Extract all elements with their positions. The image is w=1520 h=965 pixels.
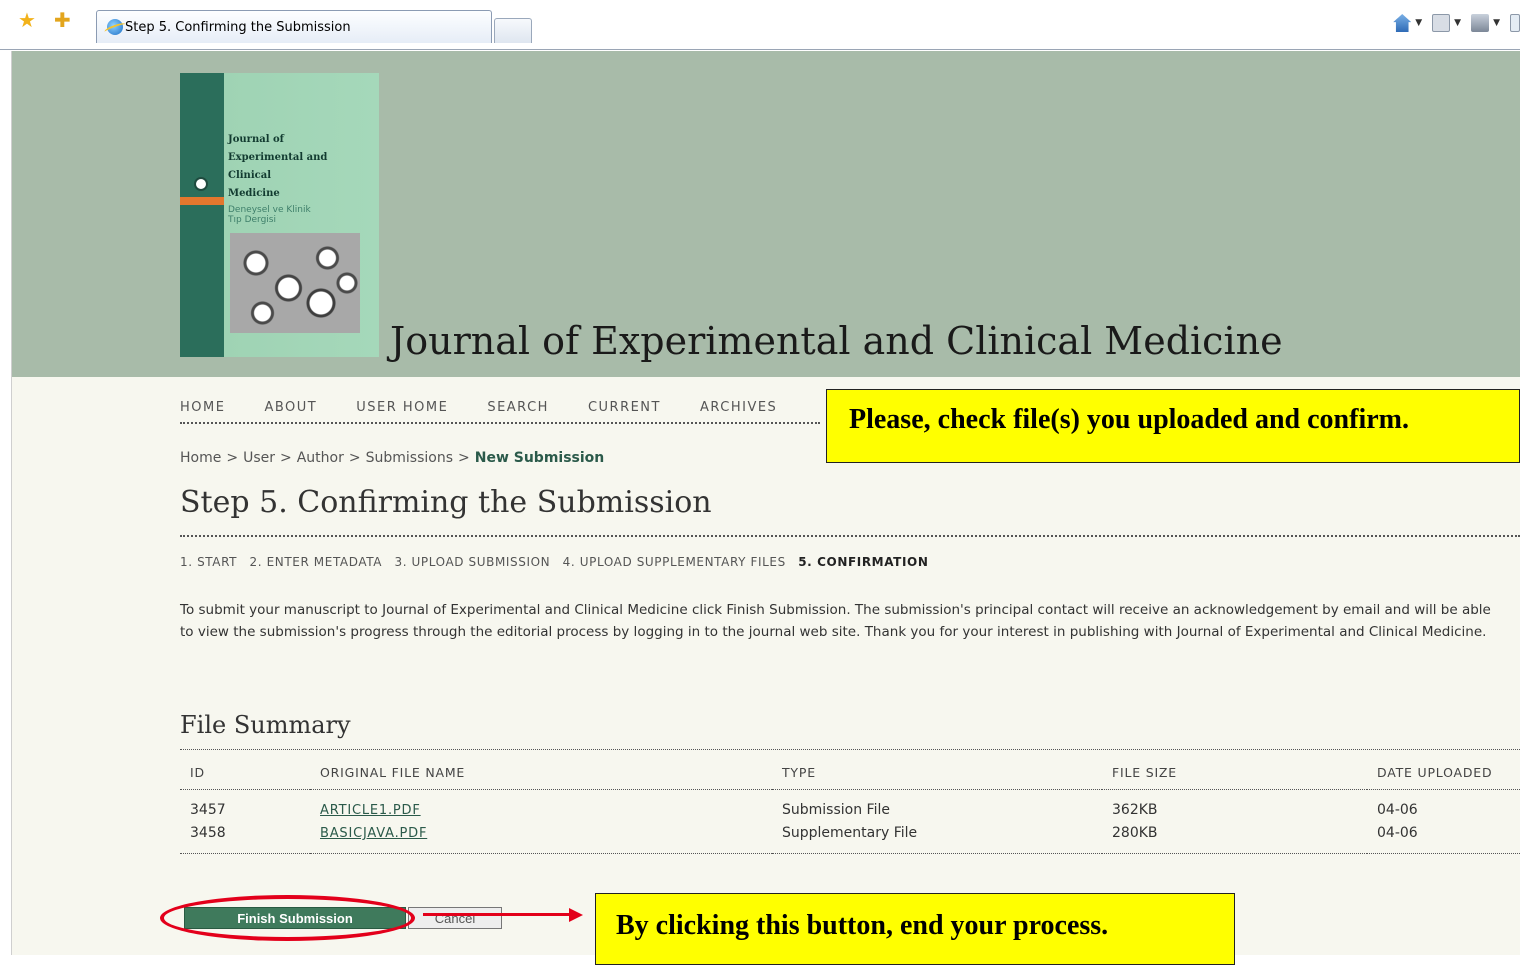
cover-accent-bar [180,197,224,205]
nav-about[interactable]: ABOUT [264,400,317,422]
page-title: Step 5. Confirming the Submission [180,485,712,520]
breadcrumb-separator: > [280,450,292,466]
file-name-link[interactable]: ARTICLE1.PDF [320,803,421,818]
cover-micrograph [230,233,360,333]
page-menu-button[interactable] [1510,14,1520,32]
file-size: 280KB [1112,824,1158,841]
nav-user-home[interactable]: USER HOME [356,400,448,422]
step-upload-supplementary[interactable]: 4. UPLOAD SUPPLEMENTARY FILES [563,555,786,569]
file-size: 362KB [1112,802,1158,819]
breadcrumb-new-submission[interactable]: New Submission [475,450,605,466]
nav-home[interactable]: HOME [180,400,225,422]
add-favorites-icon[interactable]: ✚ [54,10,71,30]
feeds-button[interactable]: ▼ [1432,14,1461,32]
step-upload-submission[interactable]: 3. UPLOAD SUBMISSION [394,555,550,569]
file-name-cell: BASICJAVA.PDF [310,821,772,853]
home-icon [1393,14,1412,32]
breadcrumb-separator: > [458,450,470,466]
page-menu-icon [1510,14,1520,32]
file-name-cell: ARTICLE1.PDF [310,789,772,821]
file-type: Submission File [782,802,890,819]
column-header-id: ID [190,765,205,781]
file-date-uploaded: 04-06 [1377,824,1418,841]
intro-text: To submit your manuscript to Journal of … [180,602,1491,640]
callout-check-files: Please, check file(s) you uploaded and c… [826,389,1520,463]
command-bar: ▼ ▼ ▼ [1393,12,1520,34]
file-id: 3458 [190,824,226,841]
file-type: Supplementary File [782,824,918,841]
column-header-file-size: FILE SIZE [1112,765,1177,781]
journal-header: Journal of Experimental and Clinical Med… [12,51,1520,377]
column-header-type: TYPE [782,765,816,781]
cover-emblem-icon [194,177,208,191]
file-id: 3457 [190,802,226,819]
breadcrumb-user[interactable]: User [243,450,275,466]
file-summary-divider [180,749,1520,750]
breadcrumb-author[interactable]: Author [297,450,344,466]
table-header-row: ID ORIGINAL FILE NAME TYPE FILE SIZE DAT… [180,757,1520,789]
file-summary-heading: File Summary [180,711,351,739]
page-content: Journal of Experimental and Clinical Med… [12,51,1520,955]
chevron-down-icon[interactable]: ▼ [1454,18,1461,28]
cover-title: Journal of Experimental and Clinical Med… [228,134,328,199]
file-date-uploaded: 04-06 [1377,802,1418,819]
breadcrumb: Home > User > Author > Submissions > New Submiss… [180,450,604,466]
breadcrumb-submissions[interactable]: Submissions [366,450,453,466]
callout-arrow-icon [423,908,583,922]
chevron-down-icon[interactable]: ▼ [1415,18,1422,28]
nav-search[interactable]: SEARCH [487,400,549,422]
table-row: 3457 ARTICLE1.PDF Submission File 362KB … [180,789,1520,821]
table-row: 3458 BASICJAVA.PDF Supplementary File 28… [180,821,1520,853]
cover-subtitle: Deneysel ve Klinik Tıp Dergisi [228,205,311,225]
file-summary-table: ID ORIGINAL FILE NAME TYPE FILE SIZE DAT… [180,757,1520,854]
home-button[interactable]: ▼ [1393,14,1422,32]
heading-divider [180,535,1520,537]
cover-stripe [180,73,224,357]
step-start[interactable]: 1. START [180,555,237,569]
feeds-icon [1432,14,1451,32]
column-header-date-uploaded: DATE UPLOADED [1377,765,1493,781]
browser-tab-active[interactable]: Step 5. Confirming the Submission [96,10,492,43]
breadcrumb-separator: > [348,450,361,466]
journal-cover-image: Journal of Experimental and Clinical Med… [180,73,379,357]
browser-tab-bar: ★ ✚ Step 5. Confirming the Submission ▼ … [0,0,1520,50]
finish-button-highlight-ellipse [160,895,415,941]
window-left-border [0,51,12,955]
step-confirmation: 5. CONFIRMATION [798,555,929,569]
journal-title: Journal of Experimental and Clinical Med… [390,319,1283,363]
main-nav: HOME ABOUT USER HOME SEARCH CURRENT ARCH… [180,400,820,424]
print-button[interactable]: ▼ [1471,14,1500,32]
breadcrumb-home[interactable]: Home [180,450,221,466]
ie-page-icon [107,19,123,35]
submission-steps: 1. START 2. ENTER METADATA 3. UPLOAD SUB… [180,555,936,569]
file-name-link[interactable]: BASICJAVA.PDF [320,826,427,841]
favorites-star-icon[interactable]: ★ [18,10,36,30]
nav-archives[interactable]: ARCHIVES [700,400,777,422]
chevron-down-icon[interactable]: ▼ [1493,18,1500,28]
column-header-file-name: ORIGINAL FILE NAME [320,765,466,781]
breadcrumb-separator: > [226,450,239,466]
step-enter-metadata[interactable]: 2. ENTER METADATA [250,555,383,569]
print-icon [1471,14,1490,32]
callout-finish-process: By clicking this button, end your proces… [595,893,1235,965]
new-tab-button[interactable] [494,18,532,43]
browser-tab-title: Step 5. Confirming the Submission [125,20,351,35]
nav-current[interactable]: CURRENT [588,400,661,422]
